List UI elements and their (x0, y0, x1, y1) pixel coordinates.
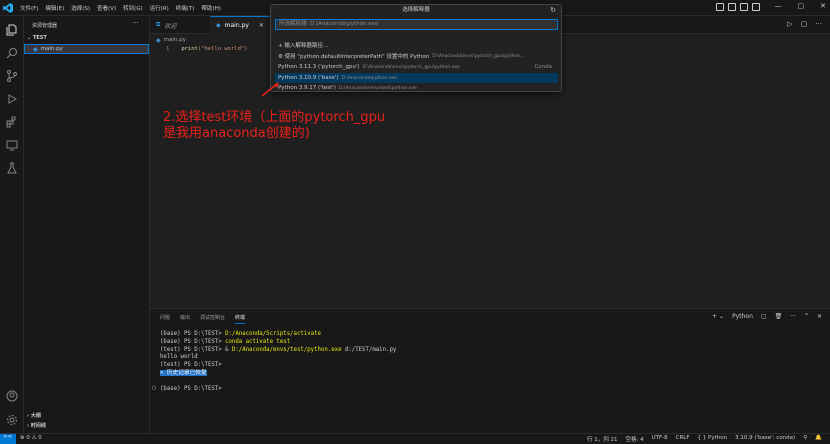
new-terminal-button[interactable]: + ⌄ (712, 313, 724, 320)
status-left: ⊗ 0 ⚠ 0 (20, 435, 42, 441)
terminal-line: (test) PS D:\TEST> (160, 362, 222, 369)
terminal-line: hello world (160, 354, 198, 361)
copilot-icon[interactable]: ⚲ (803, 435, 807, 443)
annotation-text: 2.选择test环境（上面的pytorch_gpu 是我用anaconda创建的… (163, 110, 385, 142)
terminal-line: (base) PS D:\TEST> conda activate test (160, 339, 396, 347)
tab-terminal[interactable]: 终端 (235, 314, 246, 324)
history-restored-badge: ✕ 历史记录已恢复 (160, 369, 207, 376)
terminal-args: d:/TEST/main.py (341, 346, 397, 353)
tab-problems[interactable]: 问题 (160, 314, 170, 324)
panel-actions: + ⌄ Python ▢ 🗑 ··· ^ ✕ (712, 313, 822, 320)
bottom-panel: 问题 输出 调试控制台 终端 + ⌄ Python ▢ 🗑 ··· ^ ✕ (b… (150, 308, 830, 433)
notifications-bell-icon[interactable]: 🔔 (815, 435, 822, 443)
annotation-line-1: 2.选择test环境（上面的pytorch_gpu (163, 110, 386, 125)
terminal-line: (base) PS D:\TEST> D:/Anaconda/Scripts/a… (160, 331, 396, 339)
status-bar: >< ⊗ 0 ⚠ 0 行 1，列 21 空格: 4 UTF-8 CRLF { }… (0, 433, 830, 444)
terminal-line: (base) PS D:\TEST> (160, 385, 222, 392)
annotation-line-2: 是我用anaconda创建的) (163, 126, 310, 141)
annotation-arrowhead-picker (274, 82, 279, 88)
terminal-profile-button[interactable]: Python (732, 313, 753, 320)
terminal-prompt: (test) PS D:\TEST> & (160, 346, 232, 353)
terminal-prompt: (base) PS D:\TEST> (160, 338, 226, 345)
terminal-prompt: (base) PS D:\TEST> (160, 331, 226, 337)
language-mode[interactable]: { } Python (698, 435, 728, 443)
problems-indicator[interactable]: ⊗ 0 ⚠ 0 (20, 435, 42, 441)
panel-more-button[interactable]: ··· (790, 313, 796, 320)
split-terminal-icon[interactable]: ▢ (761, 313, 767, 320)
terminal-line: ✕ 历史记录已恢复 (160, 369, 396, 378)
panel-tabs: 问题 输出 调试控制台 终端 (160, 314, 246, 324)
remote-indicator[interactable]: >< (0, 434, 16, 444)
remote-icon: >< (3, 434, 13, 440)
terminal-command: D:/Anaconda/Scripts/activate (225, 331, 321, 337)
terminal-command: D:/Anaconda/envs/test/python.exe (231, 346, 342, 353)
close-panel-icon[interactable]: ✕ (817, 313, 822, 320)
kill-terminal-icon[interactable]: 🗑 (775, 313, 783, 320)
terminal-output[interactable]: (base) PS D:\TEST> D:/Anaconda/Scripts/a… (160, 331, 396, 393)
status-right: 行 1，列 21 空格: 4 UTF-8 CRLF { } Python 3.1… (587, 435, 822, 443)
tab-debug-console[interactable]: 调试控制台 (200, 314, 225, 324)
maximize-panel-icon[interactable]: ^ (804, 313, 809, 320)
cursor-position[interactable]: 行 1，列 21 (587, 435, 618, 443)
tab-output[interactable]: 输出 (180, 314, 190, 324)
terminal-command: conda activate test (225, 338, 291, 345)
terminal-line: (test) PS D:\TEST> & D:/Anaconda/envs/te… (160, 347, 396, 355)
end-of-line[interactable]: CRLF (676, 435, 690, 443)
encoding[interactable]: UTF-8 (652, 435, 668, 443)
terminal-decoration-icon: ○ (152, 385, 157, 391)
indentation[interactable]: 空格: 4 (625, 435, 643, 443)
python-interpreter[interactable]: 3.10.9 ('base': conda) (735, 435, 795, 443)
